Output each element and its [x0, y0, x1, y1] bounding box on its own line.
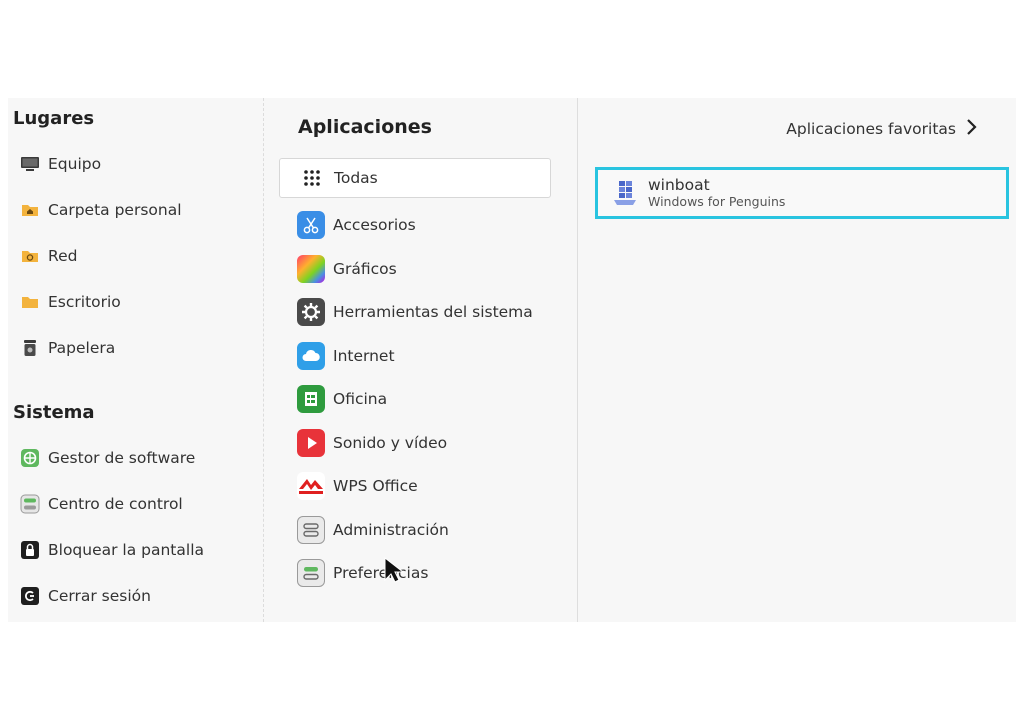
category-graficos[interactable]: Gráficos: [279, 249, 551, 289]
chevron-right-icon: [966, 118, 978, 140]
place-item-escritorio[interactable]: Escritorio: [20, 288, 256, 316]
winboat-icon: [612, 179, 638, 207]
place-item-carpeta-personal[interactable]: Carpeta personal: [20, 196, 256, 224]
app-description: Windows for Penguins: [648, 194, 786, 209]
category-label: Gráficos: [333, 260, 397, 278]
grid-icon: [298, 164, 326, 192]
app-tile-winboat[interactable]: winboat Windows for Penguins: [595, 167, 1009, 219]
play-icon: [297, 429, 325, 457]
desktop-folder-icon: [20, 292, 40, 312]
system-item-centro-control[interactable]: Centro de control: [20, 490, 256, 518]
category-label: Herramientas del sistema: [333, 303, 533, 321]
place-item-label: Red: [48, 247, 78, 265]
category-label: WPS Office: [333, 477, 418, 495]
places-title: Lugares: [13, 108, 95, 129]
category-wps-office[interactable]: WPS Office: [279, 466, 551, 506]
toggle-icon: [297, 516, 325, 544]
system-item-bloquear-pantalla[interactable]: Bloquear la pantalla: [20, 536, 256, 564]
place-item-label: Papelera: [48, 339, 116, 357]
logout-icon: [20, 586, 40, 606]
system-item-label: Cerrar sesión: [48, 587, 151, 605]
category-label: Oficina: [333, 390, 388, 408]
app-name: winboat: [648, 176, 710, 194]
place-item-label: Equipo: [48, 155, 102, 173]
category-label: Preferencias: [333, 564, 429, 582]
category-oficina[interactable]: Oficina: [279, 379, 551, 419]
gear-icon: [297, 298, 325, 326]
lock-icon: [20, 540, 40, 560]
place-item-label: Escritorio: [48, 293, 121, 311]
system-item-gestor-software[interactable]: Gestor de software: [20, 444, 256, 472]
favorites-label: Aplicaciones favoritas: [786, 120, 956, 138]
system-item-cerrar-sesion[interactable]: Cerrar sesión: [20, 582, 256, 610]
category-herramientas-sistema[interactable]: Herramientas del sistema: [279, 292, 551, 332]
categories-column: Aplicaciones Todas Accesorios Gráficos H…: [276, 98, 578, 622]
system-item-label: Centro de control: [48, 495, 183, 513]
control-center-icon: [20, 494, 40, 514]
preferences-icon: [297, 559, 325, 587]
category-sonido-video[interactable]: Sonido y vídeo: [279, 423, 551, 463]
system-title: Sistema: [13, 402, 95, 423]
category-label: Administración: [333, 521, 449, 539]
app-text: winboat Windows for Penguins: [648, 176, 785, 210]
category-todas[interactable]: Todas: [279, 158, 551, 198]
office-icon: [297, 385, 325, 413]
graphics-icon: [297, 255, 325, 283]
places-system-column: Lugares Equipo Carpeta personal Red Escr…: [8, 98, 264, 622]
category-preferencias[interactable]: Preferencias: [279, 553, 551, 593]
software-manager-icon: [20, 448, 40, 468]
system-item-label: Bloquear la pantalla: [48, 541, 204, 559]
computer-icon: [20, 154, 40, 174]
category-internet[interactable]: Internet: [279, 336, 551, 376]
system-item-label: Gestor de software: [48, 449, 196, 467]
favorites-link[interactable]: Aplicaciones favoritas: [786, 118, 978, 140]
category-administracion[interactable]: Administración: [279, 510, 551, 550]
application-menu: Lugares Equipo Carpeta personal Red Escr…: [8, 98, 1016, 622]
trash-icon: [20, 338, 40, 358]
scissors-icon: [297, 211, 325, 239]
category-label: Internet: [333, 347, 395, 365]
place-item-papelera[interactable]: Papelera: [20, 334, 256, 362]
wps-icon: [297, 472, 325, 500]
place-item-label: Carpeta personal: [48, 201, 182, 219]
category-label: Accesorios: [333, 216, 416, 234]
network-folder-icon: [20, 246, 40, 266]
home-folder-icon: [20, 200, 40, 220]
applications-title: Aplicaciones: [298, 116, 432, 138]
place-item-equipo[interactable]: Equipo: [20, 150, 256, 178]
place-item-red[interactable]: Red: [20, 242, 256, 270]
category-accesorios[interactable]: Accesorios: [279, 205, 551, 245]
category-label: Todas: [334, 169, 378, 187]
cloud-icon: [297, 342, 325, 370]
category-label: Sonido y vídeo: [333, 434, 448, 452]
